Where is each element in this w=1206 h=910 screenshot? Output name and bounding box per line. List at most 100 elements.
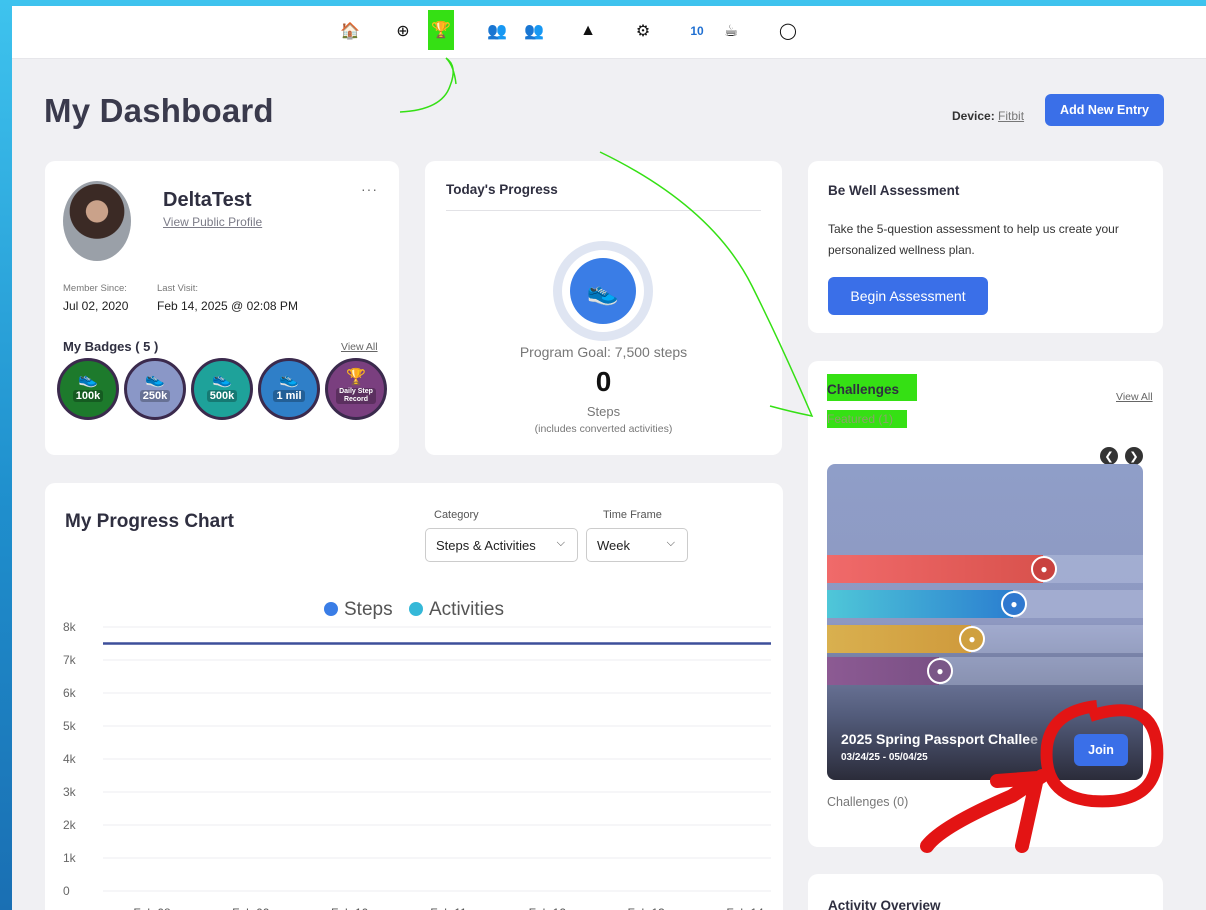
- stripe-fill: [827, 555, 1043, 583]
- legend-marker: [409, 602, 423, 616]
- badge-label: 100k: [72, 390, 104, 402]
- badge-label: Daily Step Record: [336, 388, 376, 404]
- challenge-stripe: ●: [827, 625, 1143, 653]
- activity-overview-card: Activity Overview: [808, 874, 1163, 910]
- badges-view-all-link[interactable]: View All: [341, 341, 378, 353]
- badge[interactable]: 👟 100k: [57, 358, 119, 420]
- profile-name: DeltaTest: [163, 189, 252, 211]
- challenge-dates: 03/24/25 - 05/04/25: [841, 752, 928, 763]
- shoe-icon: 👟: [145, 371, 165, 388]
- badge[interactable]: 🏆 Daily Step Record: [325, 358, 387, 420]
- join-button[interactable]: Join: [1074, 734, 1128, 766]
- profile-card: DeltaTest View Public Profile ··· Member…: [45, 161, 399, 455]
- program-goal-text: Program Goal: 7,500 steps: [519, 344, 688, 360]
- device-label-text: Device:: [952, 109, 995, 123]
- badge-label: 250k: [139, 390, 171, 402]
- challenges-view-all-link[interactable]: View All: [1116, 391, 1153, 403]
- legend-marker: [324, 602, 338, 616]
- carousel-prev-icon[interactable]: ❮: [1100, 447, 1118, 465]
- y-tick-label: 4k: [63, 752, 77, 766]
- stripe-fill: [827, 625, 971, 653]
- be-well-text: Take the 5-question assessment to help u…: [828, 222, 1119, 257]
- steps-unit: Steps: [586, 404, 621, 419]
- x-tick-label: Feb 14: [726, 906, 764, 910]
- featured-tab[interactable]: Featured (1): [827, 410, 908, 428]
- todays-progress-title: Today's Progress: [446, 182, 558, 197]
- app-frame: 🏠 ⊕ 🏆 👥 👥 ▲ ⚙ 10 ☕ ◯ My Dashboard Device: Fitbit …: [12, 6, 1206, 910]
- challenges-card: Challenges View All Featured (1) ❮ ❯ ● ●…: [808, 361, 1163, 847]
- top-navigation: 🏠 ⊕ 🏆 👥 👥 ▲ ⚙ 10 ☕ ◯: [12, 6, 1206, 59]
- stripe-fill: [827, 590, 1013, 618]
- cup-question-icon[interactable]: ☕: [718, 16, 744, 46]
- challenge-stripe: ●: [827, 555, 1143, 583]
- y-tick-label: 3k: [63, 785, 77, 799]
- view-public-profile-link[interactable]: View Public Profile: [163, 215, 262, 229]
- page-title: My Dashboard: [44, 92, 274, 129]
- trophy-icon[interactable]: 🏆: [428, 10, 454, 50]
- progress-chart: 0 1k 2k 3k 4k 5k 6k 7k 8k Feb 08 Feb 09 Feb 10 Feb 1…: [63, 599, 771, 910]
- people-icon[interactable]: 👥: [521, 16, 547, 46]
- shoe-icon: 👟: [570, 258, 636, 324]
- shoe-icon: 👟: [212, 371, 232, 388]
- person-icon: ●: [1001, 591, 1027, 617]
- y-tick-label: 2k: [63, 818, 77, 832]
- y-tick-label: 6k: [63, 686, 77, 700]
- avatar: [63, 181, 131, 261]
- challenges-count: Challenges (0): [827, 795, 909, 809]
- shoe-icon: 👟: [78, 371, 98, 388]
- circle-icon[interactable]: ◯: [775, 16, 801, 46]
- badge[interactable]: 👟 250k: [124, 358, 186, 420]
- challenge-name: 2025 Spring Passport Challee: [841, 731, 1038, 747]
- challenge-card-image[interactable]: ● ● ● ● 2025 Spring Passport Challee 03/…: [827, 464, 1143, 780]
- steps-count: 0: [595, 366, 612, 397]
- person-icon: ●: [927, 658, 953, 684]
- legend-label: Activities: [429, 599, 504, 620]
- triangle-icon[interactable]: ▲: [575, 16, 601, 46]
- x-tick-label: Feb 13: [627, 906, 665, 910]
- y-tick-label: 7k: [63, 653, 77, 667]
- y-tick-label: 0: [63, 884, 70, 898]
- trophy-icon: 🏆: [346, 369, 366, 386]
- legend-label: Steps: [344, 599, 393, 620]
- calendar-10-icon[interactable]: 10: [684, 16, 710, 46]
- shoe-icon: 👟: [279, 371, 299, 388]
- stripe-fill: [827, 657, 939, 685]
- steps-note: (includes converted activities): [534, 423, 673, 435]
- y-tick-label: 8k: [63, 620, 77, 634]
- badges-title: My Badges ( 5 ): [63, 339, 159, 354]
- carousel-next-icon[interactable]: ❯: [1125, 447, 1143, 465]
- member-since-label: Member Since:: [63, 283, 127, 294]
- x-tick-label: Feb 09: [232, 906, 270, 910]
- groups-icon[interactable]: 👥: [484, 16, 510, 46]
- more-options-icon[interactable]: ···: [361, 181, 378, 197]
- be-well-title: Be Well Assessment: [828, 183, 960, 198]
- begin-assessment-button[interactable]: Begin Assessment: [828, 277, 988, 315]
- y-tick-label: 1k: [63, 851, 77, 865]
- todays-progress-card: Today's Progress 👟 Program Goal: 7,500 s…: [425, 161, 782, 455]
- device-label: Device: Fitbit: [952, 109, 1024, 123]
- x-tick-label: Feb 12: [529, 906, 567, 910]
- activity-overview-title: Activity Overview: [828, 898, 941, 910]
- badge[interactable]: 👟 500k: [191, 358, 253, 420]
- divider: [446, 210, 761, 211]
- add-new-entry-button[interactable]: Add New Entry: [1045, 94, 1164, 126]
- x-tick-label: Feb 08: [133, 906, 171, 910]
- globe-icon[interactable]: ⊕: [390, 16, 416, 46]
- gear-icon[interactable]: ⚙: [630, 16, 656, 46]
- member-since-value: Jul 02, 2020: [63, 299, 129, 313]
- person-icon: ●: [1031, 556, 1057, 582]
- badge[interactable]: 👟 1 mil: [258, 358, 320, 420]
- device-link[interactable]: Fitbit: [998, 109, 1024, 123]
- x-tick-label: Feb 11: [430, 906, 467, 910]
- challenge-stripe: ●: [827, 657, 1143, 685]
- home-icon[interactable]: 🏠: [337, 16, 363, 46]
- progress-chart-card: My Progress Chart Category Time Frame St…: [45, 483, 783, 910]
- last-visit-value: Feb 14, 2025 @ 02:08 PM: [157, 299, 298, 313]
- be-well-card: Be Well Assessment Take the 5-question a…: [808, 161, 1163, 333]
- y-tick-label: 5k: [63, 719, 77, 733]
- last-visit-label: Last Visit:: [157, 283, 199, 294]
- progress-ring: 👟: [553, 241, 653, 341]
- challenge-stripe: ●: [827, 590, 1143, 618]
- badge-label: 500k: [206, 390, 238, 402]
- badge-label: 1 mil: [273, 390, 305, 402]
